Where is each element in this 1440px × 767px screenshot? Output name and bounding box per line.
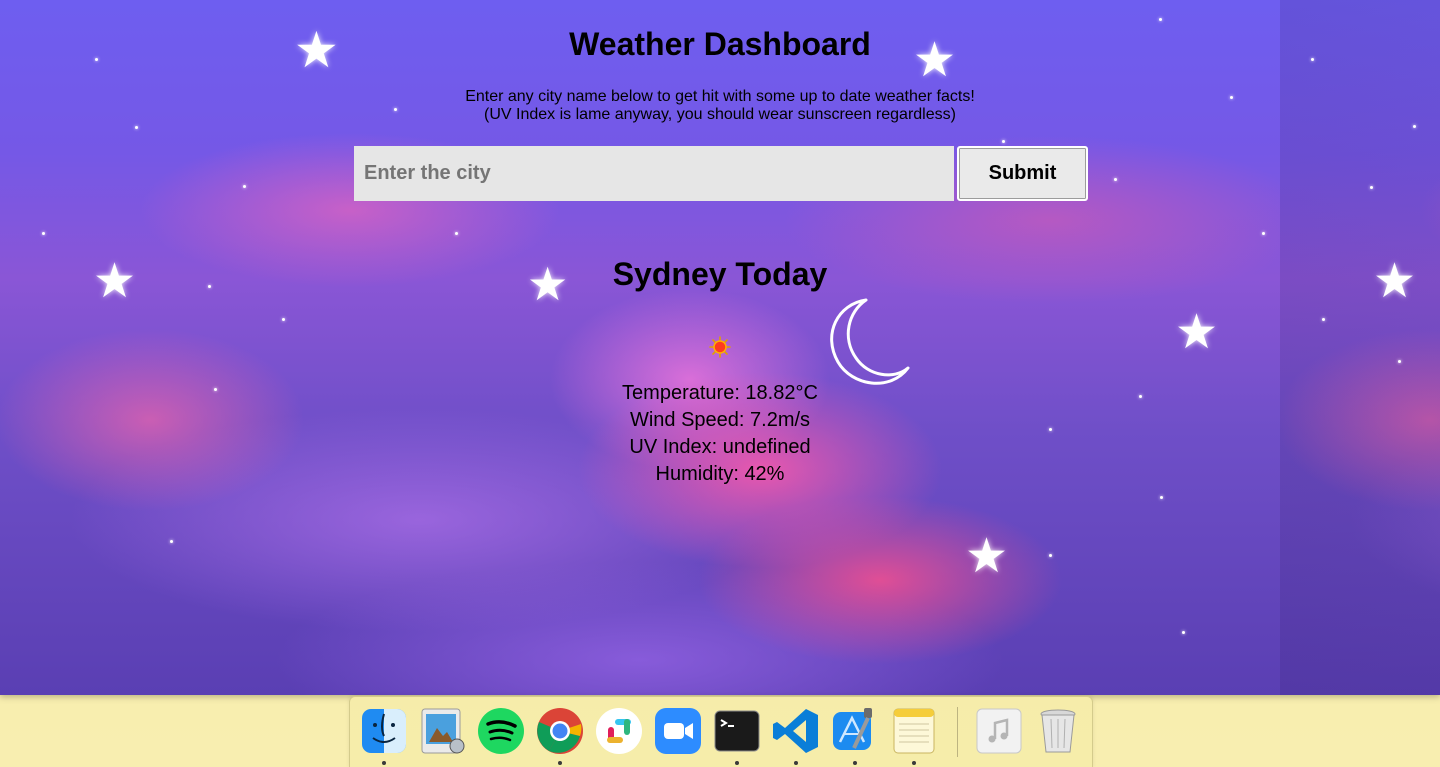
temperature-text: Temperature: 18.82°C (622, 382, 818, 404)
running-indicator (794, 761, 798, 765)
crescent-moon-icon (830, 298, 910, 385)
intro-line: (UV Index is lame anyway, you should wea… (484, 106, 956, 123)
spotify-icon[interactable] (476, 706, 526, 756)
dock-separator (957, 707, 958, 757)
search-form: Submit (354, 146, 1088, 201)
trash-icon[interactable] (1033, 706, 1083, 756)
submit-button[interactable]: Submit (957, 146, 1088, 201)
sparkle (1002, 140, 1005, 143)
dock (349, 696, 1093, 767)
city-search-input[interactable] (354, 146, 954, 201)
notes-icon[interactable] (889, 706, 939, 756)
running-indicator (558, 761, 562, 765)
chrome-icon[interactable] (535, 706, 585, 756)
vscode-icon[interactable] (771, 706, 821, 756)
wind-speed-text: Wind Speed: 7.2m/s (629, 409, 811, 431)
sparkle (170, 540, 173, 543)
running-indicator (382, 761, 386, 765)
sparkle (42, 232, 45, 235)
sparkle (1398, 360, 1401, 363)
sparkle (1114, 178, 1117, 181)
uv-index-text: UV Index: undefined (629, 436, 811, 458)
humidity-text: Humidity: 42% (655, 463, 785, 485)
sparkle (1182, 631, 1185, 634)
zoom-icon[interactable] (653, 706, 703, 756)
sparkle (243, 185, 246, 188)
xcode-icon[interactable] (830, 706, 880, 756)
page-title: Weather Dashboard (569, 26, 871, 62)
sun-icon (709, 336, 731, 358)
sparkle (1049, 554, 1052, 557)
finder-icon[interactable] (359, 706, 409, 756)
sparkle (455, 232, 458, 235)
weather-stats: Temperature: 18.82°C Wind Speed: 7.2m/s … (0, 380, 1440, 488)
sparkle (1370, 186, 1373, 189)
sparkle (1160, 496, 1163, 499)
terminal-icon[interactable] (712, 706, 762, 756)
star-icon: ★ (965, 530, 1009, 583)
sparkle (282, 318, 285, 321)
running-indicator (735, 761, 739, 765)
sparkle (1262, 232, 1265, 235)
star-icon: ★ (1175, 306, 1219, 359)
sparkle (1159, 18, 1162, 21)
slack-icon[interactable] (594, 706, 644, 756)
running-indicator (853, 761, 857, 765)
music-icon[interactable] (974, 706, 1024, 756)
sparkle (135, 126, 138, 129)
preview-icon[interactable] (417, 706, 467, 756)
running-indicator (912, 761, 916, 765)
city-today-heading: Sydney Today (612, 256, 828, 292)
sparkle (1322, 318, 1325, 321)
intro-line: Enter any city name below to get hit wit… (465, 88, 975, 105)
sparkle (1413, 125, 1416, 128)
intro-text: Enter any city name below to get hit wit… (0, 88, 1440, 124)
